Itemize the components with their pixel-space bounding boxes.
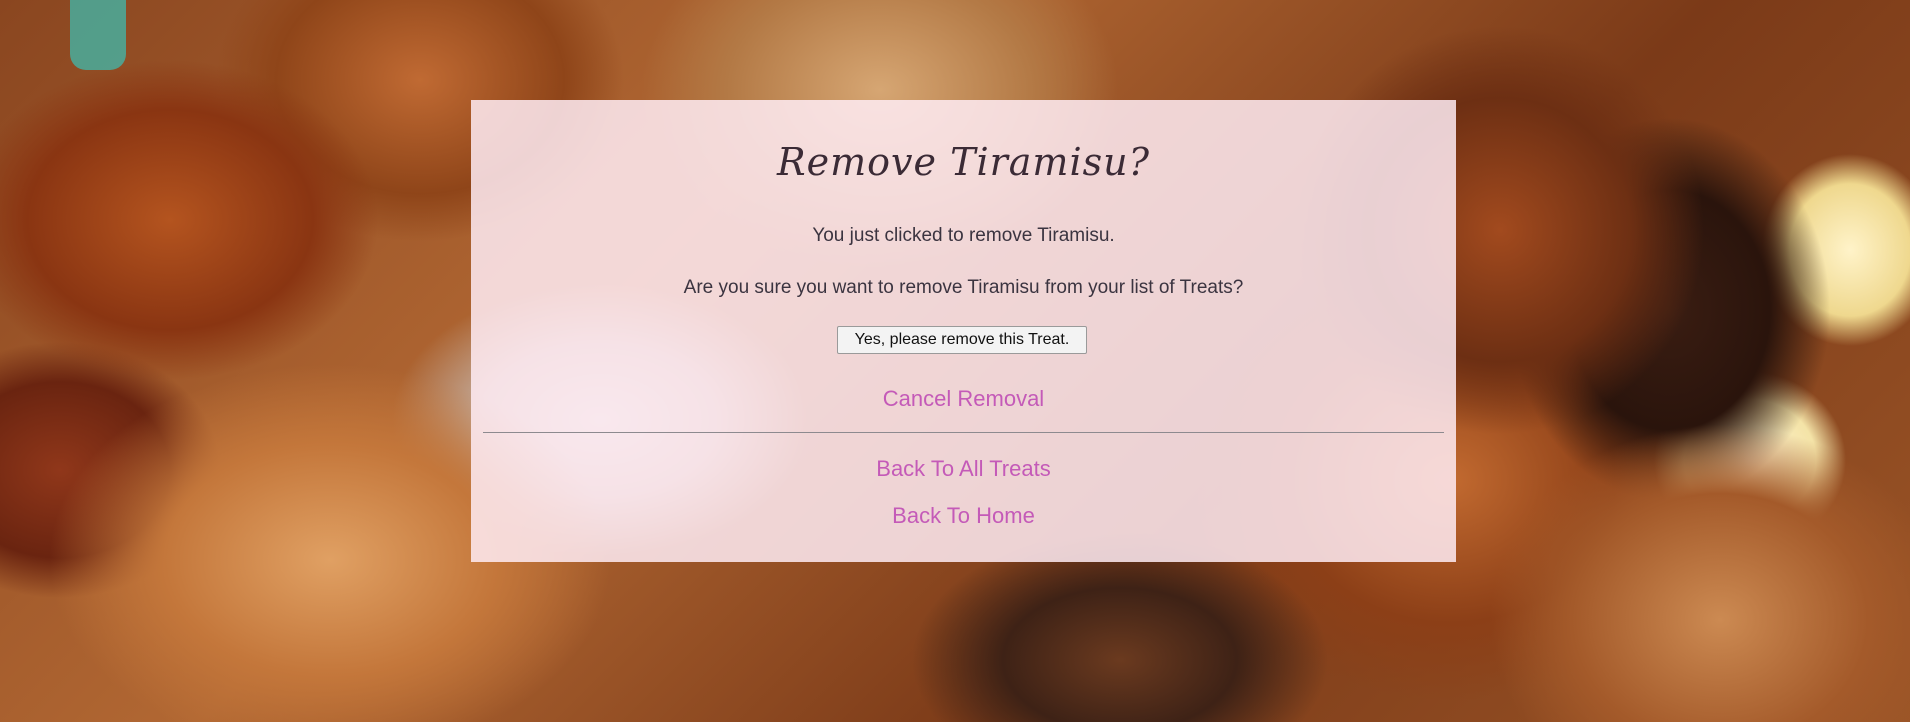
back-to-home-link-row: Back To Home [471, 503, 1456, 529]
back-to-all-treats-link[interactable]: Back To All Treats [876, 456, 1050, 481]
cancel-removal-link-row: Cancel Removal [471, 386, 1456, 412]
background-decoration [70, 0, 126, 70]
back-to-home-link[interactable]: Back To Home [892, 503, 1035, 528]
remove-treat-dialog: Remove Tiramisu? You just clicked to rem… [471, 100, 1456, 562]
page-title: Remove Tiramisu? [777, 140, 1150, 184]
divider [483, 432, 1444, 433]
confirm-remove-button[interactable]: Yes, please remove this Treat. [837, 326, 1087, 354]
back-to-treats-link-row: Back To All Treats [471, 456, 1456, 482]
confirmation-question-text: Are you sure you want to remove Tiramisu… [683, 277, 1244, 298]
removal-notice-text: You just clicked to remove Tiramisu. [812, 225, 1115, 246]
cancel-removal-link[interactable]: Cancel Removal [883, 386, 1044, 411]
